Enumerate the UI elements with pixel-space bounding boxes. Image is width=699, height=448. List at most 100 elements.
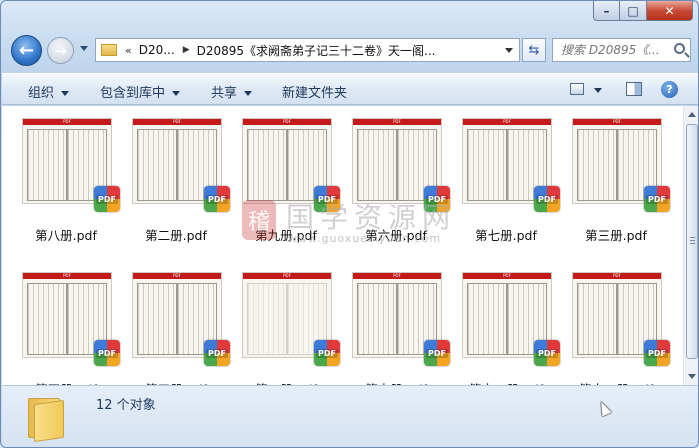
view-options-dropdown-icon[interactable] <box>594 88 602 93</box>
share-label: 共享 <box>211 86 238 101</box>
pdf-badge-label: PDF <box>96 194 118 204</box>
file-name: 第八册.pdf <box>35 228 97 243</box>
organize-label: 组织 <box>28 86 55 101</box>
breadcrumb-segment[interactable]: D20... <box>139 43 175 57</box>
pdf-file-icon: PDF <box>94 340 120 366</box>
item-count: 12 个对象 <box>96 398 156 413</box>
file-item[interactable]: PDF PDF 第九册.pdf <box>228 110 340 260</box>
title-bar: – □ ✕ <box>1 1 698 31</box>
pdf-file-icon: PDF <box>424 186 450 212</box>
file-item[interactable]: PDFPDF第十一册.pdf <box>558 264 670 385</box>
pdf-file-icon: PDF <box>644 340 670 366</box>
pdf-file-icon: PDF <box>534 186 560 212</box>
address-bar[interactable]: « D20... ▶ D20895《求阙斋弟子记三十二卷》天一阁... <box>95 38 520 62</box>
share-menu[interactable]: 共享 <box>211 82 253 101</box>
pdf-badge-label: PDF <box>206 194 228 204</box>
explorer-window: – □ ✕ ← → « D20... ▶ D20895《求阙斋弟子记三十二卷》天… <box>0 0 699 448</box>
folder-icon <box>101 44 117 56</box>
file-item[interactable]: PDFPDF第十册.pdf <box>338 264 450 385</box>
breadcrumb-segment-current[interactable]: D20895《求阙斋弟子记三十二卷》天一阁... <box>197 42 436 59</box>
file-list: PDF PDF 第八册.pdf PDF PDF 第二册.pdf PDF PDF 第九册.pdf P… <box>2 106 698 385</box>
help-icon[interactable]: ? <box>661 81 678 98</box>
pdf-file-icon: PDF <box>204 340 230 366</box>
pdf-file-icon: PDF <box>314 186 340 212</box>
include-in-library-label: 包含到库中 <box>100 86 166 101</box>
file-item[interactable]: PDF PDF 第三册.pdf <box>558 110 670 260</box>
recent-pages-dropdown-icon[interactable] <box>80 46 88 51</box>
pdf-file-icon: PDF <box>644 186 670 212</box>
hidden-path-chevron[interactable]: « <box>125 44 132 57</box>
scroll-down-icon[interactable] <box>688 374 696 379</box>
status-bar: 12 个对象 <box>2 385 698 447</box>
file-item[interactable]: PDFPDF第一册.pdf <box>228 264 340 385</box>
grip-icon <box>690 237 695 238</box>
refresh-button[interactable]: ⇆ <box>522 38 546 62</box>
navigation-bar: ← → « D20... ▶ D20895《求阙斋弟子记三十二卷》天一阁... … <box>1 33 698 69</box>
file-name: 第六册.pdf <box>365 228 427 243</box>
pdf-badge-label: PDF <box>426 194 448 204</box>
pdf-badge-label: PDF <box>206 348 228 358</box>
pdf-badge-label: PDF <box>316 194 338 204</box>
thumbnail-header-band: PDF <box>353 273 441 279</box>
preview-pane-icon[interactable] <box>626 82 642 96</box>
thumbnail-header-band: PDF <box>243 119 331 125</box>
file-name: 第二册.pdf <box>145 228 207 243</box>
thumbnail-header-band: PDF <box>133 273 221 279</box>
search-input[interactable] <box>561 43 676 57</box>
breadcrumb-separator-icon[interactable]: ▶ <box>183 45 190 55</box>
thumbnail-header-band: PDF <box>243 273 331 279</box>
back-button[interactable]: ← <box>11 35 42 66</box>
thumbnail-header-band: PDF <box>133 119 221 125</box>
forward-button[interactable]: → <box>47 37 74 64</box>
pdf-badge-label: PDF <box>646 194 668 204</box>
vertical-scrollbar[interactable] <box>683 106 698 385</box>
include-in-library-menu[interactable]: 包含到库中 <box>100 82 181 101</box>
new-folder-button[interactable]: 新建文件夹 <box>282 82 347 101</box>
file-name: 第三册.pdf <box>585 228 647 243</box>
scroll-up-icon[interactable] <box>688 112 696 117</box>
thumbnail-header-band: PDF <box>573 119 661 125</box>
pdf-file-icon: PDF <box>314 340 340 366</box>
pdf-file-icon: PDF <box>534 340 560 366</box>
thumbnail-header-band: PDF <box>463 273 551 279</box>
search-box[interactable] <box>552 38 691 62</box>
maximize-button[interactable]: □ <box>620 1 647 21</box>
new-folder-label: 新建文件夹 <box>282 86 348 101</box>
file-item[interactable]: PDFPDF第四册.pdf <box>8 264 120 385</box>
file-item[interactable]: PDF PDF 第七册.pdf <box>448 110 560 260</box>
pdf-badge-label: PDF <box>536 194 558 204</box>
file-item[interactable]: PDFPDF第十二册.pdf <box>448 264 560 385</box>
thumbnail-header-band: PDF <box>23 273 111 279</box>
file-item[interactable]: PDF PDF 第六册.pdf <box>338 110 450 260</box>
thumbnail-header-band: PDF <box>463 119 551 125</box>
search-icon[interactable] <box>674 43 685 54</box>
pdf-file-icon: PDF <box>424 340 450 366</box>
pdf-badge-label: PDF <box>96 348 118 358</box>
pdf-badge-label: PDF <box>316 348 338 358</box>
file-item[interactable]: PDFPDF第五册.pdf <box>118 264 230 385</box>
refresh-icon: ⇆ <box>528 42 540 58</box>
folder-icon <box>28 394 64 443</box>
folder-front-shape <box>34 399 64 443</box>
change-view-icon[interactable] <box>570 83 584 95</box>
window-controls: – □ ✕ <box>593 1 693 21</box>
command-toolbar: 组织 包含到库中 共享 新建文件夹 ? <box>2 73 698 105</box>
thumbnail-header-band: PDF <box>573 273 661 279</box>
address-history-dropdown-icon[interactable] <box>505 48 513 53</box>
forward-arrow-icon: → <box>54 41 67 60</box>
close-button[interactable]: ✕ <box>647 1 693 21</box>
minimize-button[interactable]: – <box>593 1 620 21</box>
pdf-file-icon: PDF <box>94 186 120 212</box>
pdf-badge-label: PDF <box>646 348 668 358</box>
chevron-down-icon <box>244 91 253 96</box>
pdf-file-icon: PDF <box>204 186 230 212</box>
thumbnail-header-band: PDF <box>353 119 441 125</box>
organize-menu[interactable]: 组织 <box>28 82 70 101</box>
chevron-down-icon <box>61 91 70 96</box>
scrollbar-thumb[interactable] <box>686 124 698 359</box>
pdf-badge-label: PDF <box>536 348 558 358</box>
pdf-badge-label: PDF <box>426 348 448 358</box>
file-item[interactable]: PDF PDF 第八册.pdf <box>8 110 120 260</box>
file-item[interactable]: PDF PDF 第二册.pdf <box>118 110 230 260</box>
file-name: 第七册.pdf <box>475 228 537 243</box>
